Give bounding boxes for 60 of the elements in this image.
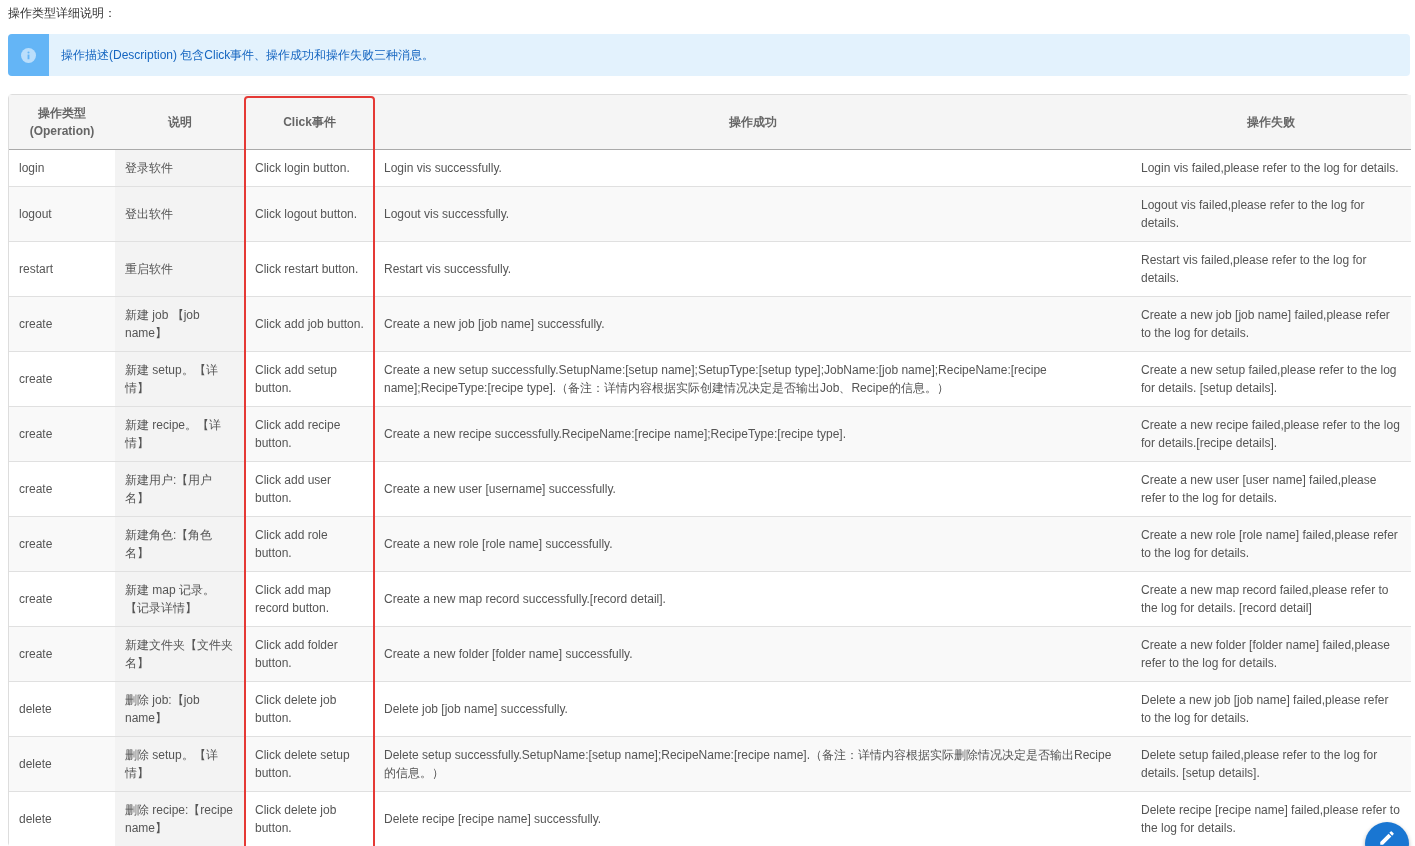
column-header: 操作成功: [374, 95, 1131, 150]
column-header: 操作失败: [1131, 95, 1411, 150]
table-cell: Create a new job [job name] failed,please refer to the log for details.: [1131, 296, 1411, 352]
table-cell: Click add user button.: [245, 461, 374, 517]
table-cell: Click logout button.: [245, 186, 374, 242]
table-cell: 新建 map 记录。【记录详情】: [115, 571, 245, 627]
table-cell: Restart vis successfully.: [374, 241, 1131, 297]
table-cell: Login vis failed,please refer to the log for details.: [1131, 149, 1411, 187]
table-cell: Create a new map record failed,please refer to the log for details. [record detail]: [1131, 571, 1411, 627]
table-cell: 新建角色:【角色名】: [115, 516, 245, 572]
table-cell: Logout vis failed,please refer to the log for details.: [1131, 186, 1411, 242]
table-cell: Delete setup failed,please refer to the log for details. [setup details].: [1131, 736, 1411, 792]
table-cell: Create a new user [username] successfully.: [374, 461, 1131, 517]
table-cell: Create a new job [job name] successfully.: [374, 296, 1131, 352]
table-cell: 删除 setup。【详情】: [115, 736, 245, 792]
table-cell: 新建 recipe。【详情】: [115, 406, 245, 462]
table-cell: Click add map record button.: [245, 571, 374, 627]
table-cell: Click add role button.: [245, 516, 374, 572]
table-cell: Create a new user [user name] failed,please refer to the log for details.: [1131, 461, 1411, 517]
table-cell: Delete job [job name] successfully.: [374, 681, 1131, 737]
table-cell: Click delete job button.: [245, 791, 374, 846]
table-cell: Delete recipe [recipe name] successfully.: [374, 791, 1131, 846]
table-cell: 登录软件: [115, 149, 245, 187]
table-cell: Restart vis failed,please refer to the log for details.: [1131, 241, 1411, 297]
table-cell: Click add recipe button.: [245, 406, 374, 462]
table-cell: Create a new folder [folder name] successfully.: [374, 626, 1131, 682]
table-cell: Logout vis successfully.: [374, 186, 1131, 242]
table-cell: 新建文件夹【文件夹名】: [115, 626, 245, 682]
table-cell: Create a new setup failed,please refer to the log for details. [setup details].: [1131, 351, 1411, 407]
table-cell: Click add folder button.: [245, 626, 374, 682]
table-cell: Create a new folder [folder name] failed,please refer to the log for details.: [1131, 626, 1411, 682]
table-cell: Login vis successfully.: [374, 149, 1131, 187]
column-header: 操作类型(Operation): [9, 95, 115, 150]
alert-text: 操作描述(Description) 包含Click事件、操作成功和操作失败三种消息。: [60, 46, 435, 64]
table-cell: Click delete job button.: [245, 681, 374, 737]
info-icon: [21, 47, 36, 63]
table-cell: Create a new setup successfully.SetupName:[setup name];SetupType:[setup type];JobName:[job name];RecipeName:[recipe name];RecipeType:[recipe type].（备注：详情内容根据实际创建情况决定是否输出Job、Recipe的信息。）: [374, 351, 1131, 407]
table-cell: 登出软件: [115, 186, 245, 242]
table-cell: Create a new map record successfully.[record detail].: [374, 571, 1131, 627]
table-cell: Click restart button.: [245, 241, 374, 297]
table-cell: Click login button.: [245, 149, 374, 187]
table-cell: Click add setup button.: [245, 351, 374, 407]
column-header: Click事件: [245, 95, 374, 150]
table-cell: 新建 setup。【详情】: [115, 351, 245, 407]
table-cell: 新建 job 【job name】: [115, 296, 245, 352]
column-header: 说明: [115, 95, 245, 150]
section-heading: 操作类型详细说明：: [8, 5, 117, 21]
table-cell: Delete setup successfully.SetupName:[setup name];RecipeName:[recipe name].（备注：详情内容根据实际删除情况决定是否输出Recipe的信息。）: [374, 736, 1131, 792]
table-cell: 重启软件: [115, 241, 245, 297]
table-cell: Create a new recipe failed,please refer to the log for details.[recipe details].: [1131, 406, 1411, 462]
table-cell: 新建用户:【用户名】: [115, 461, 245, 517]
table-cell: Delete a new job [job name] failed,please refer to the log for details.: [1131, 681, 1411, 737]
table-cell: Click delete setup button.: [245, 736, 374, 792]
table-cell: 删除 job:【job name】: [115, 681, 245, 737]
table-cell: Click add job button.: [245, 296, 374, 352]
table-cell: Create a new role [role name] successfully.: [374, 516, 1131, 572]
table-cell: 删除 recipe:【recipe name】: [115, 791, 245, 846]
table-cell: Create a new role [role name] failed,please refer to the log for details.: [1131, 516, 1411, 572]
table-cell: Create a new recipe successfully.RecipeName:[recipe name];RecipeType:[recipe type].: [374, 406, 1131, 462]
pencil-icon: [1378, 829, 1396, 846]
